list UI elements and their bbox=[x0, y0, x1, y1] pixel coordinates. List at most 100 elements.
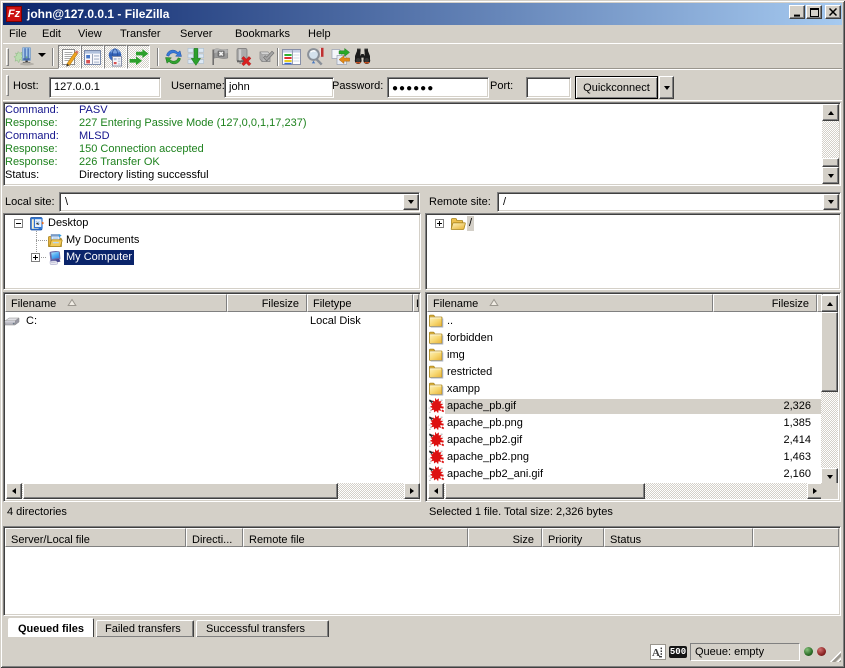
quickconnect-dropdown[interactable] bbox=[659, 76, 674, 99]
column-header-priority[interactable]: Priority bbox=[542, 528, 604, 547]
remote-site-combo[interactable]: / bbox=[497, 192, 841, 212]
file-row[interactable]: apache_pb2.gif 2,414 bbox=[426, 432, 821, 449]
tree-label[interactable]: My Documents bbox=[64, 233, 141, 248]
titlebar[interactable]: Fz john@127.0.0.1 - FileZilla bbox=[3, 3, 842, 25]
scroll-right-button[interactable] bbox=[404, 483, 420, 499]
find-files-button[interactable] bbox=[305, 47, 325, 67]
menu-file[interactable]: File bbox=[9, 28, 27, 40]
remote-vscrollbar[interactable] bbox=[821, 295, 838, 485]
scroll-left-button[interactable] bbox=[6, 483, 22, 499]
file-row[interactable]: apache_pb2_ani.gif 2,160 bbox=[426, 466, 821, 483]
site-manager-button[interactable] bbox=[13, 47, 37, 67]
column-header-filetype[interactable]: Filetype bbox=[307, 294, 413, 312]
filter-button[interactable] bbox=[281, 47, 301, 67]
folder-icon bbox=[428, 313, 444, 329]
local-tree[interactable]: Desktop My Documents bbox=[3, 213, 421, 290]
tab-failed-transfers[interactable]: Failed transfers bbox=[96, 620, 194, 637]
tree-row-my-computer[interactable]: My Computer bbox=[5, 249, 419, 266]
tree-row-root[interactable]: / bbox=[427, 215, 839, 232]
site-manager-dropdown[interactable] bbox=[38, 53, 46, 57]
directory-comparison-button[interactable] bbox=[329, 47, 349, 67]
column-header-filesize[interactable]: Filesize bbox=[713, 294, 817, 312]
toggle-message-log-button[interactable] bbox=[58, 45, 81, 69]
file-row[interactable]: apache_pb2.png 1,463 bbox=[426, 449, 821, 466]
menu-bookmarks[interactable]: Bookmarks bbox=[235, 28, 290, 40]
column-header-filesize[interactable]: Filesize bbox=[227, 294, 307, 312]
scroll-up-button[interactable] bbox=[821, 295, 838, 312]
collapse-expander[interactable] bbox=[14, 219, 23, 228]
quickconnect-button[interactable]: Quickconnect bbox=[575, 76, 658, 99]
scroll-left-button[interactable] bbox=[428, 483, 444, 499]
tree-row-desktop[interactable]: Desktop bbox=[5, 215, 419, 232]
column-header-size[interactable]: Size bbox=[468, 528, 542, 547]
local-hscroll-thumb[interactable] bbox=[23, 483, 338, 499]
transfer-queue[interactable]: Server/Local file Directi... Remote file… bbox=[3, 526, 841, 616]
resize-grip[interactable] bbox=[828, 649, 841, 662]
column-header-lastmodified[interactable]: L bbox=[413, 294, 419, 312]
tree-row-my-documents[interactable]: My Documents bbox=[5, 232, 419, 249]
column-header-direction[interactable]: Directi... bbox=[186, 528, 243, 547]
refresh-button[interactable] bbox=[162, 47, 185, 67]
tree-label[interactable]: / bbox=[467, 216, 474, 231]
file-row[interactable]: C: Local Disk bbox=[4, 313, 418, 330]
toggle-remote-tree-button[interactable] bbox=[104, 45, 127, 69]
toggle-transfer-queue-button[interactable] bbox=[127, 45, 150, 69]
expand-expander[interactable] bbox=[435, 219, 444, 228]
file-row[interactable]: img bbox=[426, 347, 821, 364]
menu-view[interactable]: View bbox=[78, 28, 102, 40]
remote-file-list[interactable]: Filename Filesize bbox=[425, 292, 841, 502]
menu-transfer[interactable]: Transfer bbox=[120, 28, 161, 40]
menu-server[interactable]: Server bbox=[180, 28, 212, 40]
reconnect-button[interactable] bbox=[256, 47, 276, 67]
column-header-filename[interactable]: Filename bbox=[427, 294, 713, 312]
quickbar-gripper[interactable] bbox=[6, 75, 9, 96]
tree-label[interactable]: My Computer bbox=[64, 250, 134, 265]
toggle-local-tree-button[interactable] bbox=[81, 45, 104, 69]
synchronized-browsing-button[interactable] bbox=[352, 47, 372, 67]
remote-vscroll-thumb[interactable] bbox=[821, 312, 838, 392]
message-log[interactable]: Command: PASV Response: 227 Entering Pas… bbox=[3, 102, 841, 186]
close-button[interactable] bbox=[825, 5, 841, 19]
minimize-button[interactable] bbox=[789, 5, 805, 19]
host-input[interactable]: 127.0.0.1 bbox=[49, 77, 161, 98]
menu-help[interactable]: Help bbox=[308, 28, 331, 40]
remote-hscroll-thumb[interactable] bbox=[445, 483, 645, 499]
file-row[interactable]: .. bbox=[426, 313, 821, 330]
file-row[interactable]: apache_pb.gif 2,326 bbox=[426, 398, 821, 415]
port-input[interactable] bbox=[526, 77, 571, 98]
local-site-combo-arrow[interactable] bbox=[403, 194, 419, 210]
cancel-button[interactable] bbox=[210, 47, 230, 67]
password-input[interactable]: ●●●●●● bbox=[387, 77, 489, 98]
expand-expander[interactable] bbox=[31, 253, 40, 262]
queue-header: Server/Local file Directi... Remote file… bbox=[5, 528, 839, 547]
tab-queued-files[interactable]: Queued files bbox=[8, 618, 94, 637]
tree-label[interactable]: Desktop bbox=[46, 216, 90, 231]
username-input[interactable]: john bbox=[224, 77, 334, 98]
process-queue-button[interactable] bbox=[186, 47, 206, 67]
remote-hscrollbar[interactable] bbox=[428, 483, 823, 499]
maximize-button[interactable] bbox=[806, 5, 822, 19]
scroll-up-button[interactable] bbox=[822, 104, 839, 121]
scroll-down-button[interactable] bbox=[822, 167, 839, 184]
flag-x-icon bbox=[210, 47, 230, 67]
local-site-combo[interactable]: \ bbox=[59, 192, 420, 212]
column-header-status[interactable]: Status bbox=[604, 528, 753, 547]
local-file-list[interactable]: Filename Filesize Filetype L C: Local Di… bbox=[3, 292, 421, 502]
remote-site-combo-arrow[interactable] bbox=[823, 194, 839, 210]
log-scrollbar[interactable] bbox=[822, 104, 839, 184]
menu-edit[interactable]: Edit bbox=[42, 28, 61, 40]
column-header-filename[interactable]: Filename bbox=[5, 294, 227, 312]
file-row[interactable]: restricted bbox=[426, 364, 821, 381]
column-header-remote-file[interactable]: Remote file bbox=[243, 528, 468, 547]
file-row[interactable]: xampp bbox=[426, 381, 821, 398]
remote-tree[interactable]: / bbox=[425, 213, 841, 290]
local-hscrollbar[interactable] bbox=[6, 483, 420, 499]
log-scroll-thumb[interactable] bbox=[822, 158, 839, 167]
queue-status-panel: Queue: empty bbox=[690, 643, 800, 661]
column-header-server-local-file[interactable]: Server/Local file bbox=[5, 528, 186, 547]
disconnect-button[interactable] bbox=[233, 47, 253, 67]
file-row[interactable]: apache_pb.png 1,385 bbox=[426, 415, 821, 432]
toolbar-gripper[interactable] bbox=[6, 48, 9, 66]
file-row[interactable]: forbidden bbox=[426, 330, 821, 347]
tab-successful-transfers[interactable]: Successful transfers bbox=[196, 620, 329, 637]
